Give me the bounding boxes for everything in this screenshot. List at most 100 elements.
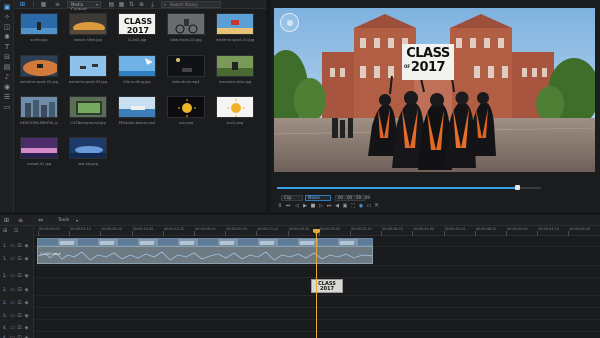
capture-icon[interactable]: ▭ bbox=[3, 104, 11, 111]
library-item[interactable]: sun2.png bbox=[216, 96, 254, 125]
library-item[interactable]: beach-hiker.jpg bbox=[69, 13, 107, 42]
track-lock-icon[interactable]: ⊡ bbox=[17, 256, 22, 262]
sort-order-icon[interactable]: ⇅ bbox=[127, 1, 136, 8]
track-manager-icon[interactable]: ⊞ bbox=[3, 228, 11, 234]
track-header[interactable]: 2. ▭ ⊡ ◈ bbox=[0, 286, 34, 295]
track-enable-icon[interactable]: ▭ bbox=[10, 313, 15, 319]
timecode-display[interactable]: 00 : 00 : 59 . 09 bbox=[335, 195, 370, 201]
track-visibility-icon[interactable]: ◈ bbox=[24, 243, 29, 249]
library-item[interactable]: extreme-sport-01.jpg bbox=[216, 13, 254, 42]
snapshot-icon[interactable]: ⌷ bbox=[277, 203, 283, 209]
seek-knob[interactable] bbox=[515, 185, 521, 190]
library-item[interactable]: sun.png bbox=[167, 96, 205, 125]
volume-icon[interactable]: ◀ bbox=[334, 203, 340, 209]
pip-icon[interactable]: ◫ bbox=[3, 24, 11, 31]
clip-mode-button[interactable]: Clip bbox=[281, 195, 303, 201]
library-item[interactable]: kite-surfing.jpg bbox=[118, 55, 156, 84]
library-item[interactable]: mountain-bike.jpg bbox=[216, 55, 254, 84]
library-search-input[interactable]: ⌕ Search library bbox=[161, 1, 221, 8]
transition-icon[interactable]: ⊟ bbox=[3, 54, 11, 61]
library-item[interactable]: extreme-sport-02.jpg bbox=[20, 55, 58, 84]
track-enable-icon[interactable]: ▭ bbox=[10, 256, 15, 262]
track-lock-icon[interactable]: ⊡ bbox=[17, 300, 22, 306]
audio-mixing-icon[interactable]: ▤ bbox=[3, 64, 11, 71]
track-lock-icon[interactable]: ⊡ bbox=[17, 287, 22, 293]
track-enable-icon[interactable]: ▭ bbox=[10, 243, 15, 249]
track-enable-icon[interactable]: ▭ bbox=[10, 287, 15, 293]
track-header[interactable]: 3. ▭ ⊡ ◈ bbox=[0, 312, 34, 321]
preview-video[interactable]: CLASS 2017 OF bbox=[274, 8, 595, 172]
list-view-icon[interactable]: ▤ bbox=[107, 1, 116, 8]
timeline-view-icon[interactable]: ≡ bbox=[18, 217, 23, 224]
chapter-icon[interactable]: ◉ bbox=[3, 84, 11, 91]
library-item[interactable]: sunset-01.jpg bbox=[20, 137, 58, 166]
grid-view-icon[interactable]: ▦ bbox=[117, 1, 126, 8]
library-item[interactable]: bike-stunt.mp4 bbox=[167, 55, 205, 84]
import-icon[interactable]: ⊞ bbox=[18, 1, 27, 8]
track-enable-icon[interactable]: ▭ bbox=[10, 325, 15, 331]
video-clip[interactable] bbox=[37, 238, 373, 246]
track-enable-icon[interactable]: ▭ bbox=[10, 273, 15, 279]
library-item[interactable]: CLASS 2017 CLASS.jpg bbox=[118, 13, 156, 42]
rewind-icon[interactable]: ⏮ bbox=[285, 203, 291, 209]
track-visibility-icon[interactable]: ◈ bbox=[24, 287, 29, 293]
voiceover-icon[interactable]: ♪ bbox=[3, 74, 11, 81]
track-header[interactable]: 4. ▭ ⊡ ◈ bbox=[0, 324, 34, 333]
view-icon[interactable]: ▦ bbox=[39, 1, 48, 8]
library-item-name: sun2.png bbox=[226, 121, 244, 125]
track-visibility-icon[interactable]: ◈ bbox=[24, 313, 29, 319]
track-visibility-icon[interactable]: ◈ bbox=[24, 273, 29, 279]
library-item[interactable]: NEW-YORK-MENTAL.jpg bbox=[20, 96, 58, 125]
play-icon[interactable]: ▶ bbox=[302, 203, 308, 209]
library-item-name: kite-surfing.jpg bbox=[123, 80, 151, 84]
track-header[interactable]: 3. ▭ ⊡ ◈ bbox=[0, 299, 34, 308]
track-header[interactable]: 2. ▭ ⊡ ◈ bbox=[0, 272, 34, 281]
library-item[interactable]: bike-tricks-02.jpg bbox=[167, 13, 205, 42]
storyboard-icon[interactable]: ⊞ bbox=[4, 217, 9, 224]
quality-icon[interactable]: ▣ bbox=[342, 203, 348, 209]
tools-menu[interactable]: Tools bbox=[58, 217, 69, 224]
preview-seek-bar[interactable] bbox=[277, 185, 541, 190]
title-icon[interactable]: T bbox=[3, 44, 11, 51]
track-visibility-icon[interactable]: ◈ bbox=[24, 256, 29, 262]
library-filter-dropdown[interactable]: Media Content ▾ bbox=[67, 1, 101, 12]
ruler-tick bbox=[225, 231, 227, 236]
media-room-icon[interactable]: ▣ bbox=[3, 4, 11, 11]
ruler-label: 00:00:20.00 bbox=[226, 227, 247, 231]
track-visibility-icon[interactable]: ◈ bbox=[24, 325, 29, 331]
library-item[interactable]: extreme-sport-03.jpg bbox=[69, 55, 107, 84]
track-visibility-icon[interactable]: ◈ bbox=[24, 300, 29, 306]
library-item[interactable]: PEDestal-board.mp4 bbox=[118, 96, 156, 125]
track-lock-icon[interactable]: ⊡ bbox=[17, 325, 22, 331]
track-header[interactable]: 4. ▭ ⊡ ◈ bbox=[0, 334, 34, 338]
prev-frame-icon[interactable]: ◁ bbox=[294, 203, 300, 209]
sort-icon[interactable]: ≡ bbox=[53, 1, 62, 8]
undock-icon[interactable]: ⇱ bbox=[374, 203, 380, 209]
explore-icon[interactable]: ⊕ bbox=[137, 1, 146, 8]
fast-forward-icon[interactable]: ⏭ bbox=[326, 203, 332, 209]
track-lock-icon[interactable]: ⊡ bbox=[17, 313, 22, 319]
library-item[interactable]: CUTBackground.jpg bbox=[69, 96, 107, 125]
lock-all-icon[interactable]: ⊡ bbox=[14, 228, 22, 234]
track-enable-icon[interactable]: ▭ bbox=[10, 300, 15, 306]
library-item[interactable]: surfer.jpg bbox=[20, 13, 58, 42]
fullscreen-icon[interactable]: ⛶ bbox=[350, 203, 356, 209]
subtitle-icon[interactable]: ☰ bbox=[3, 94, 11, 101]
360-view-icon[interactable]: ◉ bbox=[358, 203, 364, 209]
link-icon[interactable]: ⇔ bbox=[38, 217, 43, 224]
track-lock-icon[interactable]: ⊡ bbox=[17, 243, 22, 249]
library-item[interactable]: sea-sky.jpg bbox=[69, 137, 107, 166]
zoom-icon[interactable]: ▭ bbox=[366, 203, 372, 209]
stop-icon[interactable]: ■ bbox=[310, 203, 316, 209]
particle-icon[interactable]: ✺ bbox=[3, 34, 11, 41]
fx-icon[interactable]: ✧ bbox=[3, 14, 11, 21]
next-frame-icon[interactable]: ▷ bbox=[318, 203, 324, 209]
plugins-icon[interactable]: ⋮ bbox=[29, 1, 38, 8]
track-header[interactable]: 1. ▭ ⊡ ◈ bbox=[0, 255, 34, 264]
download-icon[interactable]: ⤓ bbox=[148, 1, 157, 8]
movie-mode-button[interactable]: Movie bbox=[305, 195, 331, 201]
track-lock-icon[interactable]: ⊡ bbox=[17, 273, 22, 279]
audio-clip[interactable]: CLASS.mp4 bbox=[37, 246, 373, 264]
360-navigation-icon[interactable] bbox=[280, 13, 299, 32]
track-header[interactable]: 1. ▭ ⊡ ◈ bbox=[0, 242, 34, 251]
